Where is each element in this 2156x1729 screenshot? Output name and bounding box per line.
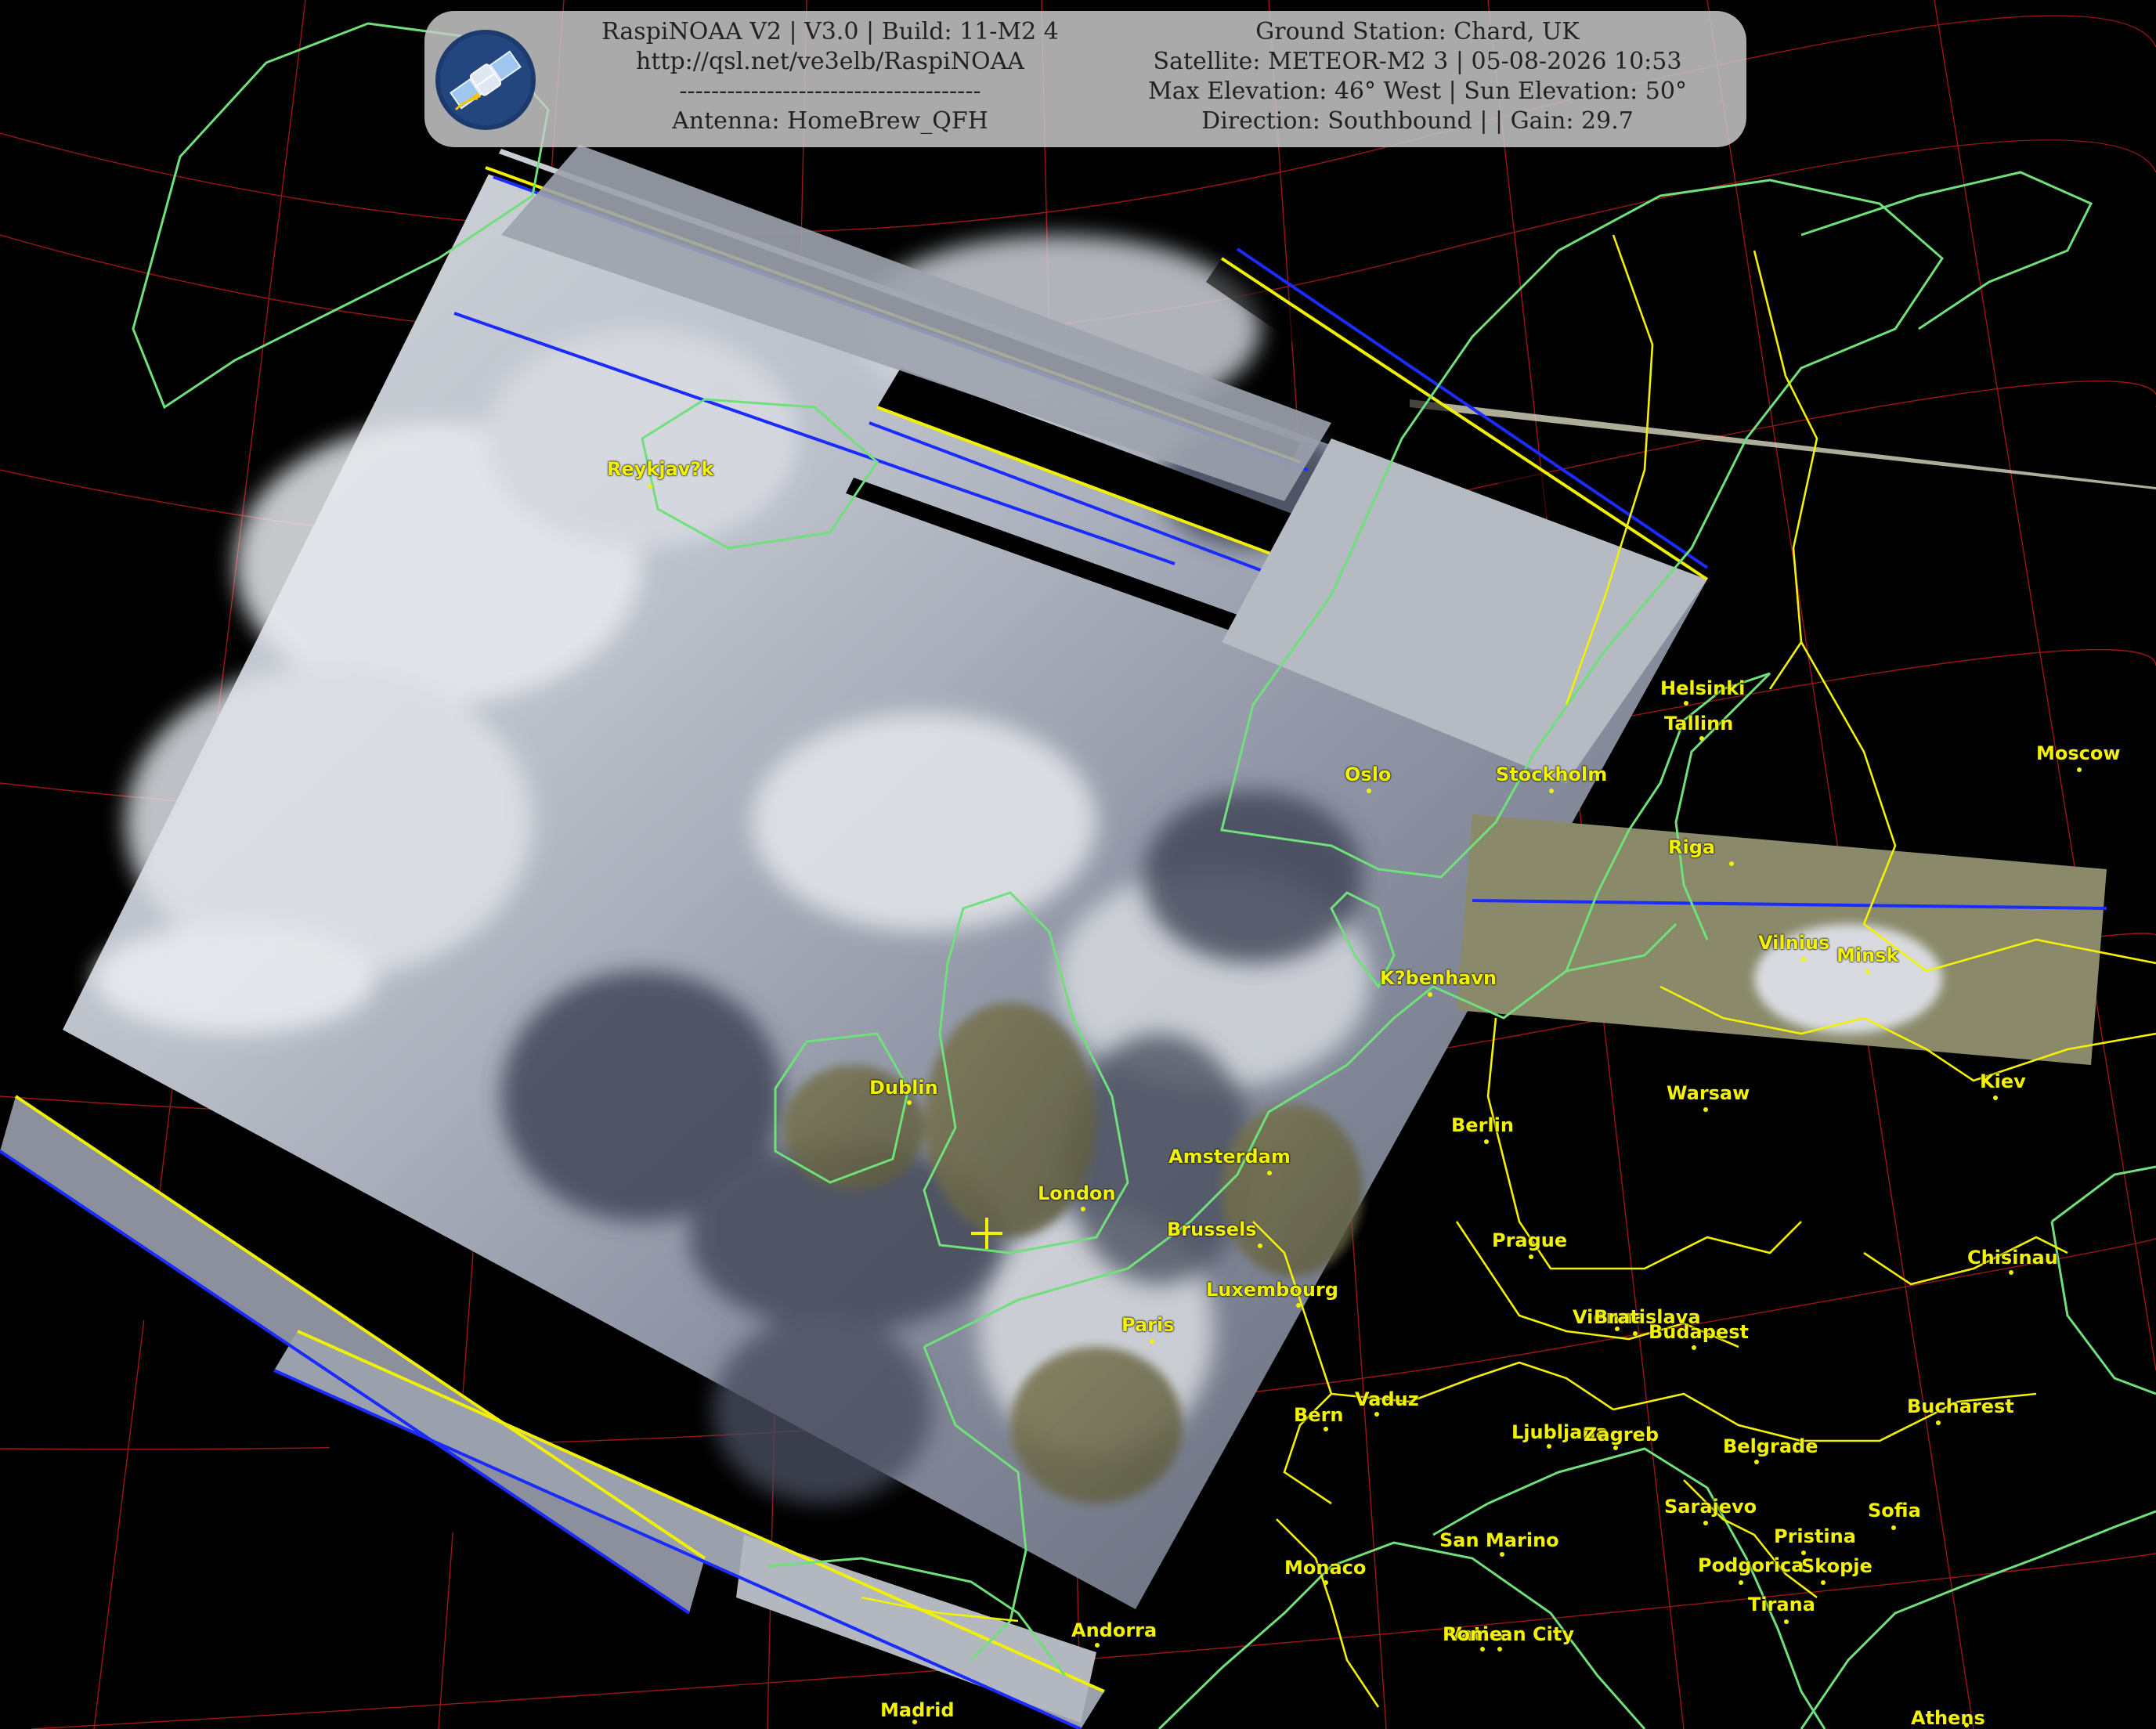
city-label: Bern xyxy=(1294,1404,1344,1426)
city-dot xyxy=(1324,1580,1328,1585)
city-label: Tallinn xyxy=(1664,713,1734,735)
city-label: Paris xyxy=(1121,1314,1175,1336)
city-dot xyxy=(1497,1647,1502,1651)
city-label: Luxembourg xyxy=(1206,1279,1338,1301)
satellite-map xyxy=(0,0,2156,1729)
city-label: Tirana xyxy=(1748,1594,1815,1615)
header-left-column: RaspiNOAA V2 | V3.0 | Build: 11-M2 4 htt… xyxy=(564,17,1096,136)
city-dot xyxy=(2009,1270,2013,1275)
city-label: Sofia xyxy=(1868,1500,1921,1521)
city-dot xyxy=(1784,1619,1789,1624)
city-label: Kiev xyxy=(1980,1070,2026,1092)
city-label: Warsaw xyxy=(1667,1082,1750,1104)
city-dot xyxy=(648,484,652,489)
city-dot xyxy=(1684,701,1688,706)
city-label: Oslo xyxy=(1345,763,1392,785)
city-dot xyxy=(1865,969,1870,974)
city-dot xyxy=(1296,1303,1301,1308)
city-dot xyxy=(1428,992,1432,997)
city-label: K?benhavn xyxy=(1380,967,1497,989)
antenna-info: Antenna: HomeBrew_QFH xyxy=(672,107,988,135)
city-dot xyxy=(1374,1412,1379,1417)
city-label: Athens xyxy=(1911,1707,1985,1729)
city-dot xyxy=(1549,789,1554,793)
city-dot xyxy=(1547,1444,1551,1449)
city-dot xyxy=(1367,789,1371,793)
city-label: Sarajevo xyxy=(1664,1496,1757,1518)
city-label: Berlin xyxy=(1451,1114,1514,1136)
city-dot xyxy=(1613,1446,1618,1450)
city-dot xyxy=(2077,767,2082,772)
city-label: Bucharest xyxy=(1907,1395,2014,1417)
city-label: Vilnius xyxy=(1758,932,1830,954)
city-dot xyxy=(1964,1723,1969,1727)
city-dot xyxy=(1081,1207,1085,1211)
city-dot xyxy=(1821,1580,1826,1585)
city-label: Amsterdam xyxy=(1168,1146,1291,1168)
city-label: Moscow xyxy=(2036,742,2121,764)
city-dot xyxy=(1729,861,1734,866)
city-label: Helsinki xyxy=(1660,677,1746,699)
city-dot xyxy=(1703,1107,1708,1112)
city-label: Zagreb xyxy=(1584,1424,1659,1446)
city-label: London xyxy=(1038,1182,1116,1204)
city-dot xyxy=(1801,957,1806,962)
build-info: RaspiNOAA V2 | V3.0 | Build: 11-M2 4 xyxy=(601,18,1059,45)
city-dot xyxy=(1754,1460,1759,1464)
city-label: Brussels xyxy=(1167,1218,1257,1240)
city-label: Riga xyxy=(1668,836,1716,858)
header-right-column: Ground Station: Chard, UK Satellite: MET… xyxy=(1096,17,1739,136)
city-label: Vaduz xyxy=(1355,1388,1419,1410)
city-label: Budapest xyxy=(1649,1321,1749,1343)
separator-line: -------------------------------------- xyxy=(679,78,981,105)
city-dot xyxy=(1258,1244,1262,1248)
city-dot xyxy=(1484,1139,1489,1144)
city-label: Pristina xyxy=(1774,1525,1856,1547)
city-dot xyxy=(1936,1420,1941,1425)
city-dot xyxy=(1267,1171,1272,1175)
city-dot xyxy=(1150,1339,1154,1344)
project-url[interactable]: http://qsl.net/ve3elb/RaspiNOAA xyxy=(564,47,1096,77)
city-dot xyxy=(1692,1345,1696,1350)
city-label: San Marino xyxy=(1439,1529,1559,1551)
city-label: Rome xyxy=(1443,1623,1503,1645)
city-dot xyxy=(1529,1254,1533,1259)
city-label: Dublin xyxy=(869,1077,938,1099)
satellite-icon xyxy=(435,30,536,130)
ground-station: Ground Station: Chard, UK xyxy=(1255,18,1580,45)
city-dot xyxy=(1324,1427,1328,1431)
city-label: Minsk xyxy=(1836,944,1899,966)
city-label: Chisinau xyxy=(1967,1247,2058,1269)
city-dot xyxy=(1633,1331,1638,1336)
city-label: Andorra xyxy=(1071,1619,1157,1641)
city-dot xyxy=(1891,1525,1896,1530)
city-label: Belgrade xyxy=(1723,1435,1818,1457)
city-dot xyxy=(1993,1096,1998,1100)
elevation-info: Max Elevation: 46° West | Sun Elevation:… xyxy=(1148,78,1687,105)
city-label: Skopje xyxy=(1801,1555,1873,1577)
city-dot xyxy=(1500,1552,1504,1557)
city-dot xyxy=(1703,1521,1708,1525)
city-label: Podgorica xyxy=(1698,1554,1804,1576)
direction-gain: Direction: Southbound | | Gain: 29.7 xyxy=(1201,107,1634,135)
satellite-pass: Satellite: METEOR-M2 3 | 05-08-2026 10:5… xyxy=(1153,48,1682,75)
city-dot xyxy=(1095,1643,1100,1648)
city-dot xyxy=(912,1720,917,1724)
city-label: Madrid xyxy=(880,1699,955,1721)
city-label: Monaco xyxy=(1284,1557,1367,1579)
city-dot xyxy=(1699,736,1704,741)
city-dot xyxy=(907,1100,912,1105)
city-dot xyxy=(1480,1647,1485,1651)
city-label: Stockholm xyxy=(1496,763,1608,785)
city-label: Prague xyxy=(1492,1229,1568,1251)
city-dot xyxy=(1739,1580,1743,1585)
city-label: Reykjav?k xyxy=(607,458,714,480)
